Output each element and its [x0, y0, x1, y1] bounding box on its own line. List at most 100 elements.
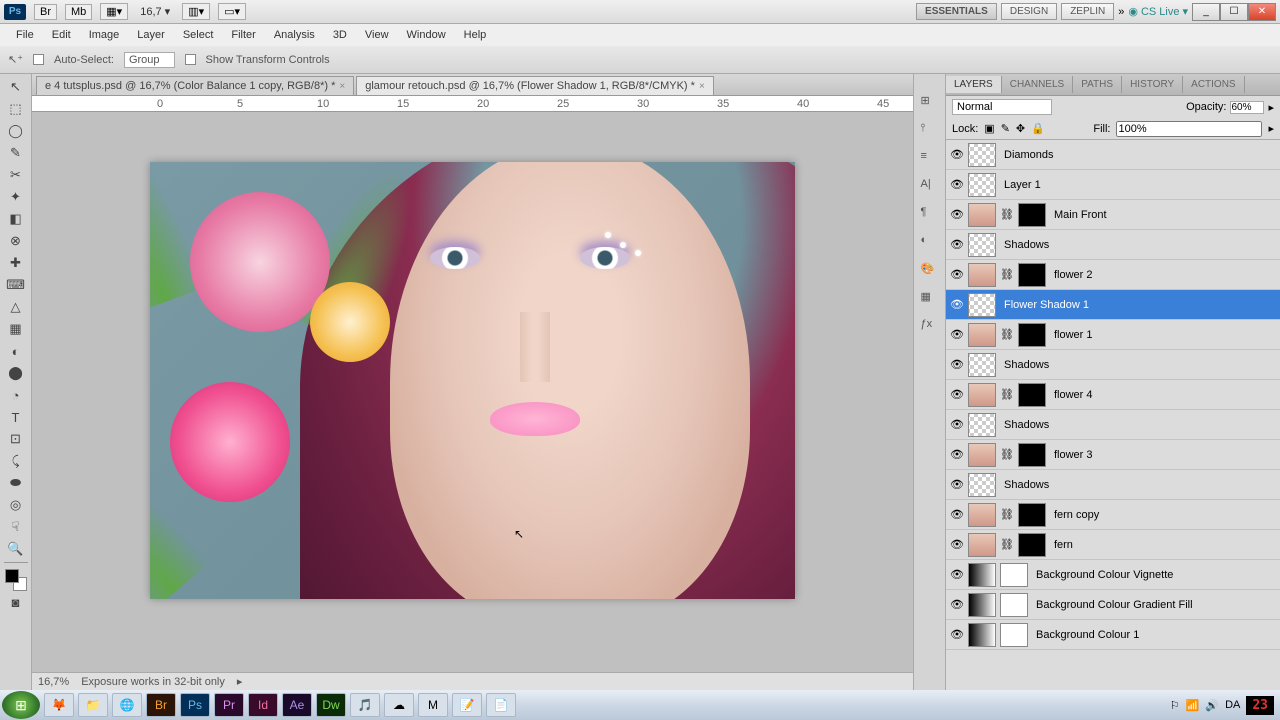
layer-row[interactable]: 👁⛓fern [946, 530, 1280, 560]
auto-select-checkbox[interactable] [33, 54, 44, 65]
link-icon[interactable]: ⛓ [1000, 208, 1014, 221]
link-icon[interactable]: ⛓ [1000, 508, 1014, 521]
type-tool[interactable]: T [4, 406, 28, 428]
layer-row[interactable]: 👁Background Colour Vignette [946, 560, 1280, 590]
taskbar-explorer-icon[interactable]: 📁 [78, 693, 108, 717]
dodge-tool[interactable]: ⬤ [4, 362, 28, 384]
layer-row[interactable]: 👁Diamonds [946, 140, 1280, 170]
lasso-tool[interactable]: ◯ [4, 120, 28, 142]
link-icon[interactable]: ⛓ [1000, 268, 1014, 281]
visibility-toggle-icon[interactable]: 👁 [950, 568, 964, 582]
layer-row[interactable]: 👁Shadows [946, 410, 1280, 440]
layer-name[interactable]: fern [1050, 539, 1073, 551]
3d-tool[interactable]: ⬬ [4, 472, 28, 494]
layer-thumbnail[interactable] [968, 503, 996, 527]
layer-name[interactable]: flower 3 [1050, 449, 1093, 461]
taskbar-media-icon[interactable]: 🎵 [350, 693, 380, 717]
visibility-toggle-icon[interactable]: 👁 [950, 538, 964, 552]
layer-mask-thumbnail[interactable] [1018, 503, 1046, 527]
layer-name[interactable]: fern copy [1050, 509, 1099, 521]
hand-tool[interactable]: ☟ [4, 516, 28, 538]
layer-row[interactable]: 👁 Background Colour Gradient Fill [946, 590, 1280, 620]
layer-thumbnail[interactable] [968, 203, 996, 227]
layer-row[interactable]: 👁Shadows [946, 470, 1280, 500]
layer-thumbnail[interactable] [968, 473, 996, 497]
zoom-tool[interactable]: 🔍 [4, 538, 28, 560]
adjustments-panel-icon[interactable]: ◐ [921, 234, 939, 252]
status-zoom[interactable]: 16,7% [38, 676, 69, 688]
info-panel-icon[interactable]: ≡ [921, 150, 939, 168]
auto-select-dropdown[interactable]: Group [124, 52, 175, 68]
visibility-toggle-icon[interactable]: 👁 [950, 268, 964, 282]
layer-row[interactable]: 👁Layer 1 [946, 170, 1280, 200]
layer-thumbnail[interactable] [968, 263, 996, 287]
layer-mask-thumbnail[interactable] [1018, 443, 1046, 467]
layer-row[interactable]: 👁Shadows [946, 350, 1280, 380]
menu-edit[interactable]: Edit [44, 27, 79, 43]
fill-input[interactable] [1116, 121, 1262, 137]
layer-name[interactable]: Background Colour Gradient Fill [1032, 599, 1193, 611]
fill-scrubber-icon[interactable]: ▸ [1268, 122, 1274, 135]
layer-thumbnail[interactable] [968, 323, 996, 347]
layer-row[interactable]: 👁⛓flower 1 [946, 320, 1280, 350]
layer-thumbnail[interactable] [968, 233, 996, 257]
start-button[interactable]: ⊞ [2, 691, 40, 719]
layer-thumbnail[interactable] [968, 353, 996, 377]
lock-image-icon[interactable]: ✎ [1001, 122, 1010, 135]
minibridge-button[interactable]: Mb [65, 4, 92, 20]
move-tool[interactable]: ↖ [4, 76, 28, 98]
blur-tool[interactable]: ◐ [4, 340, 28, 362]
layer-name[interactable]: Shadows [1000, 359, 1049, 371]
lock-all-icon[interactable]: 🔒 [1031, 122, 1045, 135]
visibility-toggle-icon[interactable]: 👁 [950, 298, 964, 312]
visibility-toggle-icon[interactable]: 👁 [950, 598, 964, 612]
layer-mask-thumbnail[interactable] [1018, 383, 1046, 407]
workspace-zeplin[interactable]: ZEPLIN [1061, 3, 1114, 20]
taskbar-notes-icon[interactable]: 📝 [452, 693, 482, 717]
taskbar-premiere-icon[interactable]: Pr [214, 693, 244, 717]
menu-image[interactable]: Image [81, 27, 128, 43]
tray-lang[interactable]: DA [1225, 699, 1240, 711]
color-panel-icon[interactable]: 🎨 [921, 262, 939, 280]
document-tab[interactable]: e 4 tutsplus.psd @ 16,7% (Color Balance … [36, 76, 354, 95]
lock-position-icon[interactable]: ✥ [1016, 122, 1025, 135]
gradient-tool[interactable]: ▦ [4, 318, 28, 340]
layer-thumbnail[interactable] [968, 413, 996, 437]
layer-thumbnail[interactable] [968, 293, 996, 317]
visibility-toggle-icon[interactable]: 👁 [950, 388, 964, 402]
visibility-toggle-icon[interactable]: 👁 [950, 628, 964, 642]
close-button[interactable]: ✕ [1248, 3, 1276, 21]
healing-tool[interactable]: ◧ [4, 208, 28, 230]
layer-name[interactable]: Layer 1 [1000, 179, 1041, 191]
show-transform-checkbox[interactable] [185, 54, 196, 65]
menu-help[interactable]: Help [456, 27, 495, 43]
taskbar-bridge-icon[interactable]: Br [146, 693, 176, 717]
taskbar-chrome-icon[interactable]: 🌐 [112, 693, 142, 717]
layer-thumbnail[interactable] [968, 563, 996, 587]
maximize-button[interactable]: ☐ [1220, 3, 1248, 21]
link-icon[interactable]: ⛓ [1000, 328, 1014, 341]
canvas[interactable] [150, 162, 795, 599]
workspace-essentials[interactable]: ESSENTIALS [916, 3, 997, 20]
layer-name[interactable]: Main Front [1050, 209, 1107, 221]
arrange-docs-button[interactable]: ▭▾ [218, 3, 246, 20]
character-panel-icon[interactable]: A| [921, 178, 939, 196]
layer-name[interactable]: Shadows [1000, 239, 1049, 251]
layer-name[interactable]: Shadows [1000, 479, 1049, 491]
taskbar-dreamweaver-icon[interactable]: Dw [316, 693, 346, 717]
minimize-button[interactable]: _ [1192, 3, 1220, 21]
document-tab[interactable]: glamour retouch.psd @ 16,7% (Flower Shad… [356, 76, 714, 95]
opacity-input[interactable] [1230, 101, 1264, 114]
layer-thumbnail[interactable] [968, 143, 996, 167]
quick-mask-tool[interactable]: ◙ [4, 591, 28, 613]
styles-panel-icon[interactable]: ƒx [921, 318, 939, 336]
blend-mode-dropdown[interactable]: Normal [952, 99, 1052, 115]
layer-mask-thumbnail[interactable] [1018, 323, 1046, 347]
close-tab-icon[interactable]: × [699, 81, 705, 92]
layer-mask-thumbnail[interactable] [1018, 533, 1046, 557]
shape-tool[interactable]: ⤹ [4, 450, 28, 472]
layer-name[interactable]: Flower Shadow 1 [1000, 299, 1089, 311]
tab-paths[interactable]: PATHS [1073, 76, 1122, 93]
pen-tool[interactable]: ◔ [4, 384, 28, 406]
menu-select[interactable]: Select [175, 27, 222, 43]
